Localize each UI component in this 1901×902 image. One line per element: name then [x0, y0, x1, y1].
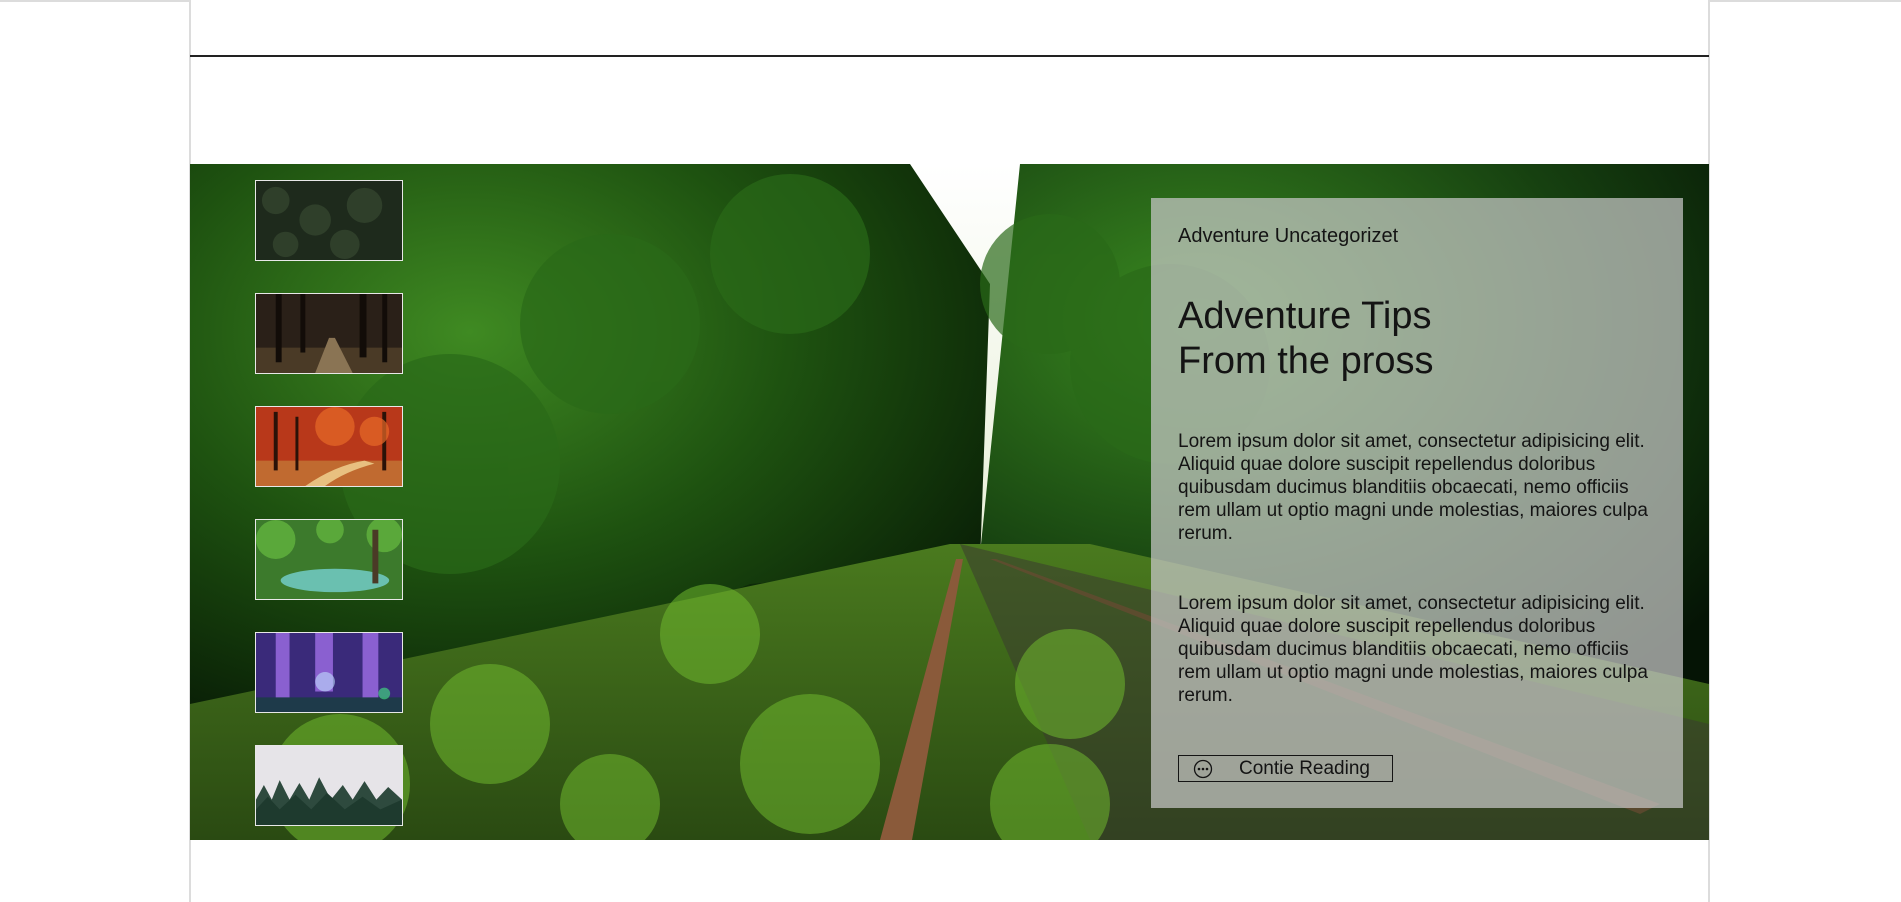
post-excerpt-2: Lorem ipsum dolor sit amet, consectetur … [1178, 593, 1648, 706]
jungle-river-image [256, 520, 402, 599]
post-categories: Adventure Uncategorizet [1178, 225, 1399, 247]
continue-reading-label: Contie Reading [1239, 757, 1370, 779]
post-title-line-2: From the pross [1178, 340, 1434, 382]
thumbnail-5[interactable] [255, 632, 403, 713]
continue-reading-button[interactable]: Contie Reading [1178, 755, 1393, 782]
thumbnail-2[interactable] [255, 293, 403, 374]
header-divider [190, 55, 1709, 57]
post-title: Adventure Tips From the pross [1178, 294, 1656, 384]
post-excerpt-1: Lorem ipsum dolor sit amet, consectetur … [1178, 431, 1648, 544]
hero-slider: Adventure Uncategorizet Adventure Tips F… [190, 164, 1709, 840]
post-title-line-1: Adventure Tips [1178, 295, 1432, 337]
thumbnail-6[interactable] [255, 745, 403, 826]
thumbnail-3[interactable] [255, 406, 403, 487]
purple-fantasy-forest-image [256, 633, 402, 712]
post-card: Adventure Uncategorizet Adventure Tips F… [1151, 198, 1683, 808]
ellipsis-circle-icon [1193, 759, 1213, 779]
dark-forest-path-image [256, 294, 402, 373]
pine-forest-image [256, 181, 402, 260]
autumn-forest-image [256, 407, 402, 486]
misty-pine-forest-image [256, 746, 402, 825]
thumbnail-1[interactable] [255, 180, 403, 261]
thumbnail-4[interactable] [255, 519, 403, 600]
